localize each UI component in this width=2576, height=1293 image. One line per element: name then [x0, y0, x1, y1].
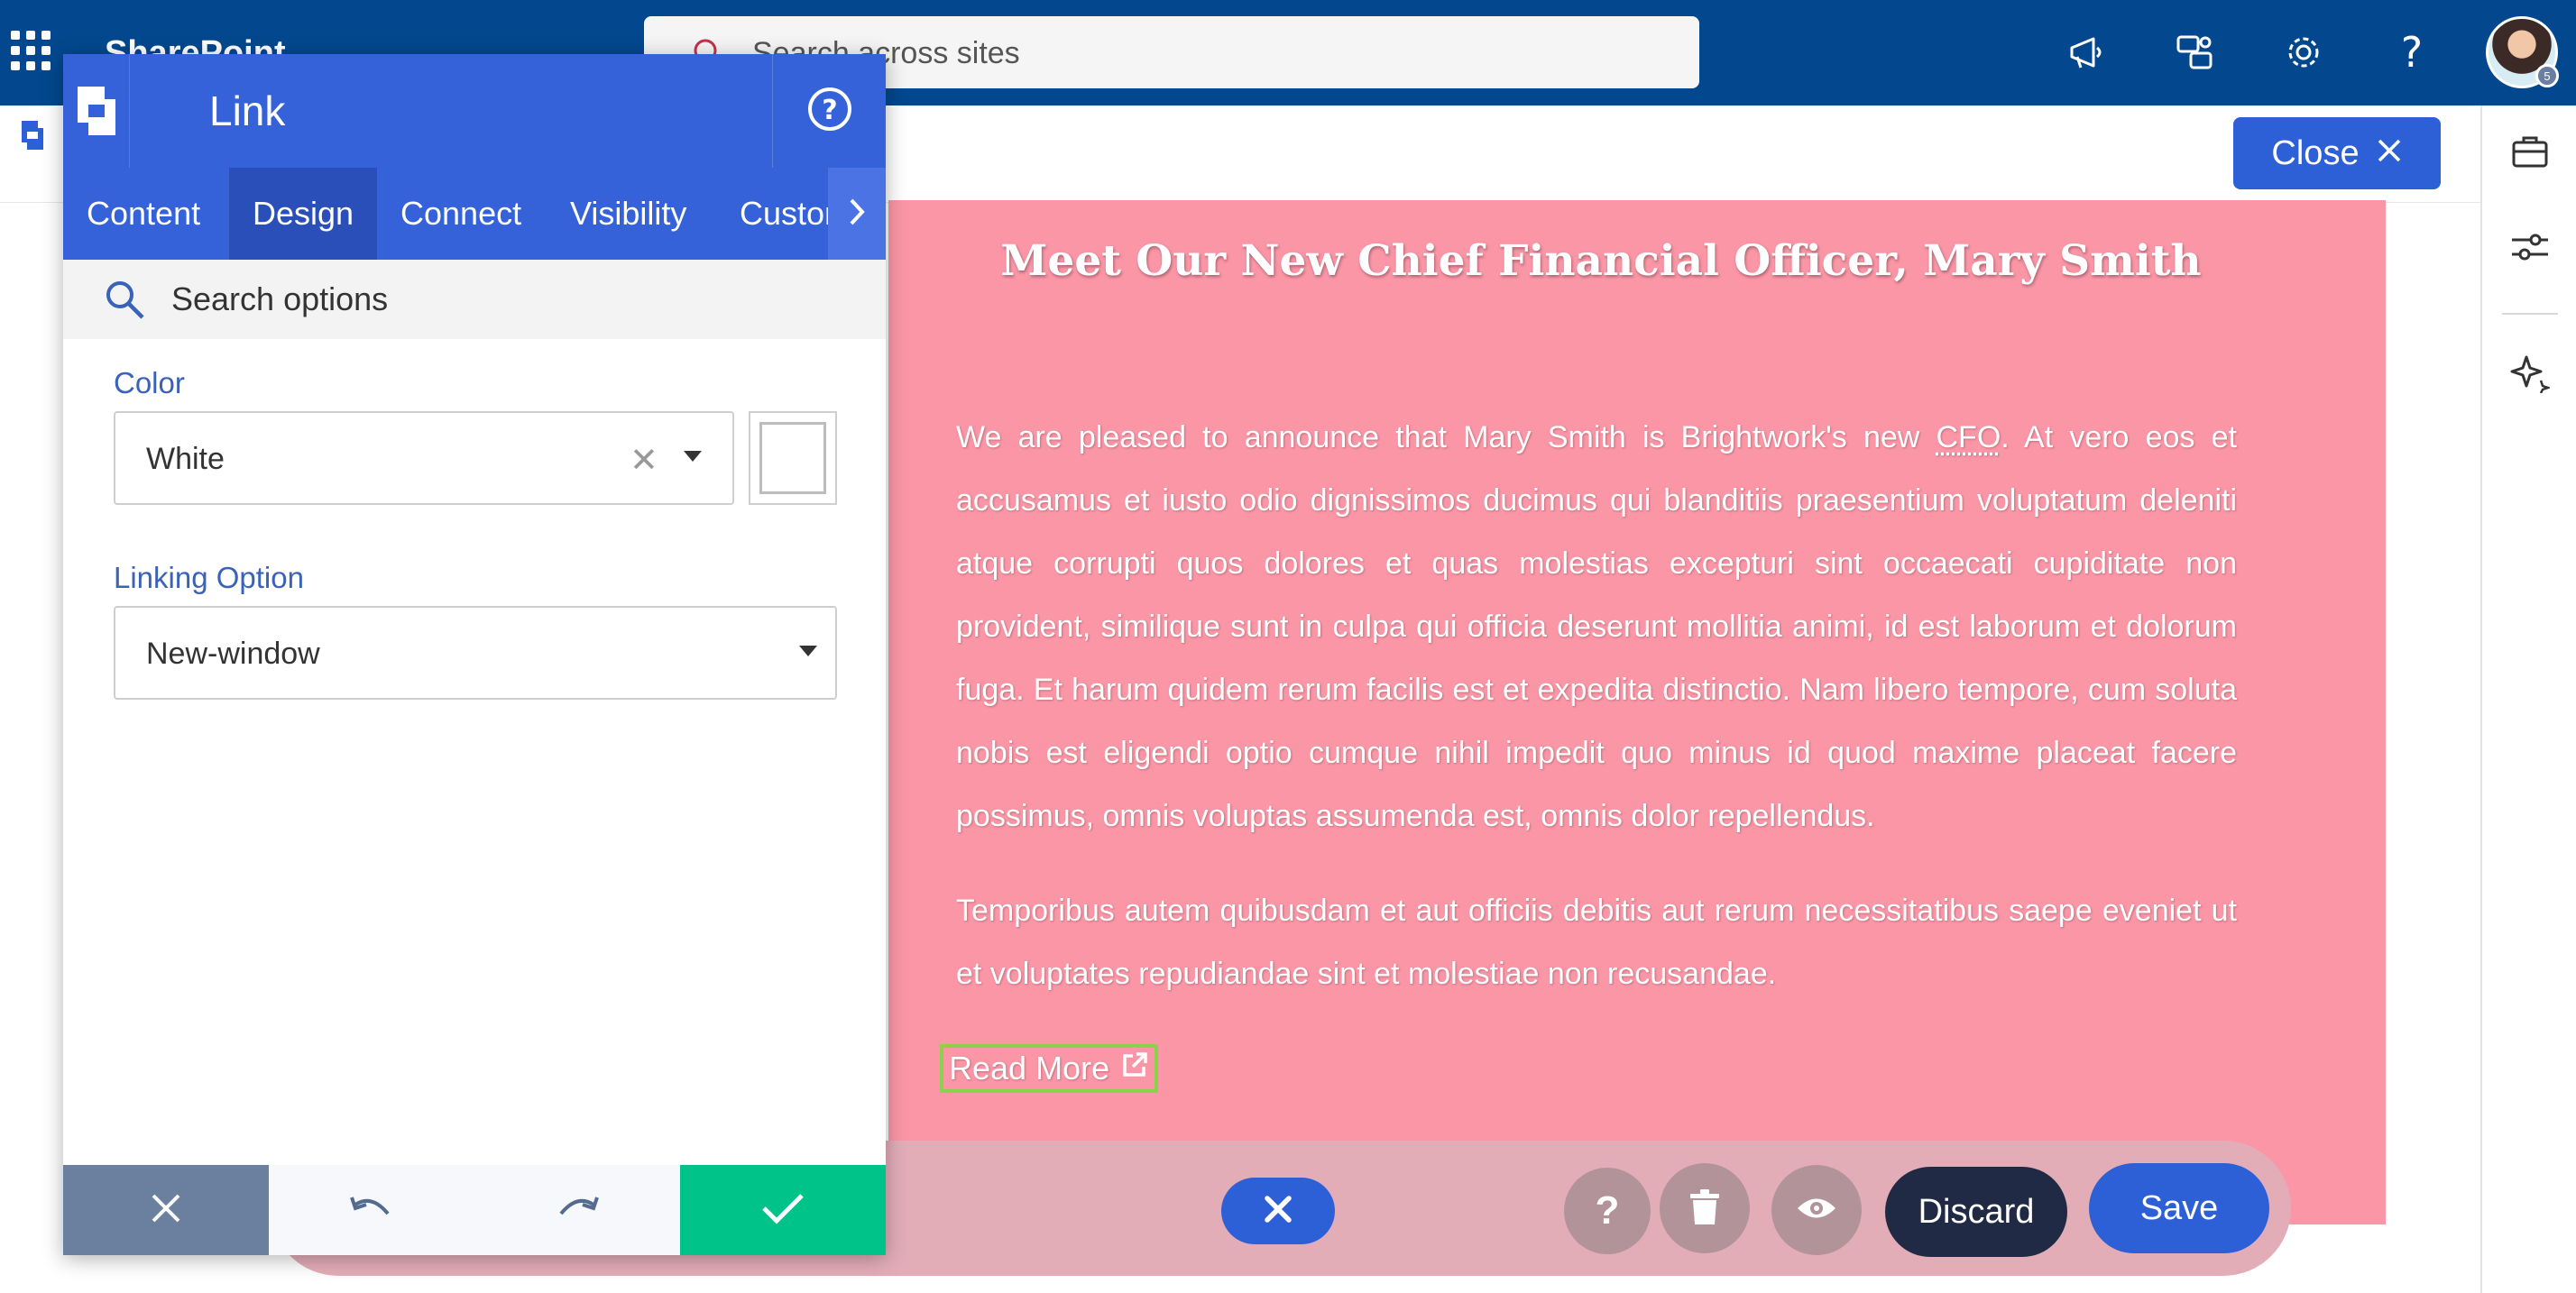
card-body: We are pleased to announce that Mary Smi… — [956, 406, 2237, 1037]
svg-text:?: ? — [822, 95, 837, 126]
panel-help-button[interactable]: ? — [772, 54, 886, 168]
linking-option-value: New-window — [146, 637, 320, 671]
color-label: Color — [114, 366, 185, 399]
sparkle-icon[interactable] — [2506, 349, 2554, 398]
card-title: Meet Our New Chief Financial Officer, Ma… — [1000, 236, 2202, 286]
eye-icon — [1796, 1195, 1837, 1226]
panel-tabs: Content Design Connect Visibility Custom — [63, 168, 886, 260]
close-icon — [148, 1190, 184, 1231]
linking-option-label: Linking Option — [114, 561, 304, 594]
teams-chat-icon[interactable] — [2168, 25, 2222, 79]
close-icon — [2376, 134, 2403, 173]
panel-header: Link ? — [63, 54, 886, 168]
search-options-input[interactable] — [171, 272, 857, 326]
right-rail — [2480, 105, 2576, 1293]
read-more-link[interactable]: Read More — [940, 1044, 1159, 1093]
tab-content[interactable]: Content — [63, 168, 224, 260]
external-link-icon — [1120, 1050, 1149, 1087]
close-button-label: Close — [2271, 133, 2360, 172]
help-circle-icon: ? — [806, 86, 853, 137]
undo-icon — [348, 1192, 395, 1229]
megaphone-icon[interactable] — [2060, 25, 2114, 79]
color-select-value: White — [146, 442, 225, 476]
tabs-scroll-right-button[interactable] — [828, 168, 886, 260]
undo-button[interactable] — [269, 1165, 474, 1255]
tab-visibility[interactable]: Visibility — [547, 168, 710, 260]
redo-icon — [554, 1192, 601, 1229]
brightwork-logo-icon — [63, 54, 130, 168]
brightwork-logo-icon[interactable] — [18, 117, 47, 158]
trash-icon — [1687, 1187, 1723, 1231]
chevron-down-icon — [799, 646, 817, 656]
card-paragraph-2: Temporibus autem quibusdam et aut offici… — [956, 894, 2237, 991]
clear-icon[interactable]: ✕ — [630, 440, 658, 481]
delete-button[interactable] — [1660, 1163, 1750, 1253]
panel-footer — [63, 1165, 886, 1255]
redo-button[interactable] — [474, 1165, 680, 1255]
avatar[interactable]: 5 — [2486, 16, 2559, 88]
chevron-down-icon — [684, 451, 702, 462]
color-select[interactable]: White ✕ — [114, 411, 734, 505]
linking-option-select[interactable]: New-window — [114, 606, 837, 700]
close-icon — [1260, 1191, 1296, 1232]
chevron-right-icon — [846, 197, 868, 232]
read-more-label: Read More — [949, 1050, 1110, 1087]
cfo-abbreviation: CFO — [1936, 420, 2001, 454]
checkmark-icon — [760, 1190, 805, 1231]
sliders-icon[interactable] — [2506, 223, 2554, 271]
panel-apply-button[interactable] — [680, 1165, 886, 1255]
presence-badge: 5 — [2535, 64, 2559, 87]
card-paragraph-1: We are pleased to announce that Mary Smi… — [956, 420, 2238, 833]
help-icon: ? — [1595, 1188, 1620, 1233]
help-icon[interactable]: ? — [2385, 25, 2439, 79]
options-search — [63, 260, 886, 339]
save-button[interactable]: Save — [2089, 1163, 2269, 1253]
close-button[interactable]: Close — [2233, 117, 2441, 189]
search-icon — [103, 278, 146, 326]
cancel-edit-button[interactable] — [1221, 1178, 1335, 1244]
gear-icon[interactable] — [2277, 25, 2331, 79]
panel-title: Link — [209, 87, 286, 134]
color-swatch[interactable] — [749, 411, 837, 505]
discard-button[interactable]: Discard — [1885, 1167, 2067, 1257]
panel-cancel-button[interactable] — [63, 1165, 269, 1255]
tab-connect[interactable]: Connect — [377, 168, 545, 260]
rail-divider — [2502, 313, 2558, 315]
preview-button[interactable] — [1771, 1165, 1862, 1255]
tab-design[interactable]: Design — [229, 168, 378, 260]
link-properties-panel: Link ? Content Design Connect Visibility… — [63, 54, 886, 1255]
toolbox-icon[interactable] — [2506, 127, 2554, 176]
waffle-icon[interactable] — [11, 31, 51, 70]
help-button[interactable]: ? — [1564, 1168, 1651, 1254]
